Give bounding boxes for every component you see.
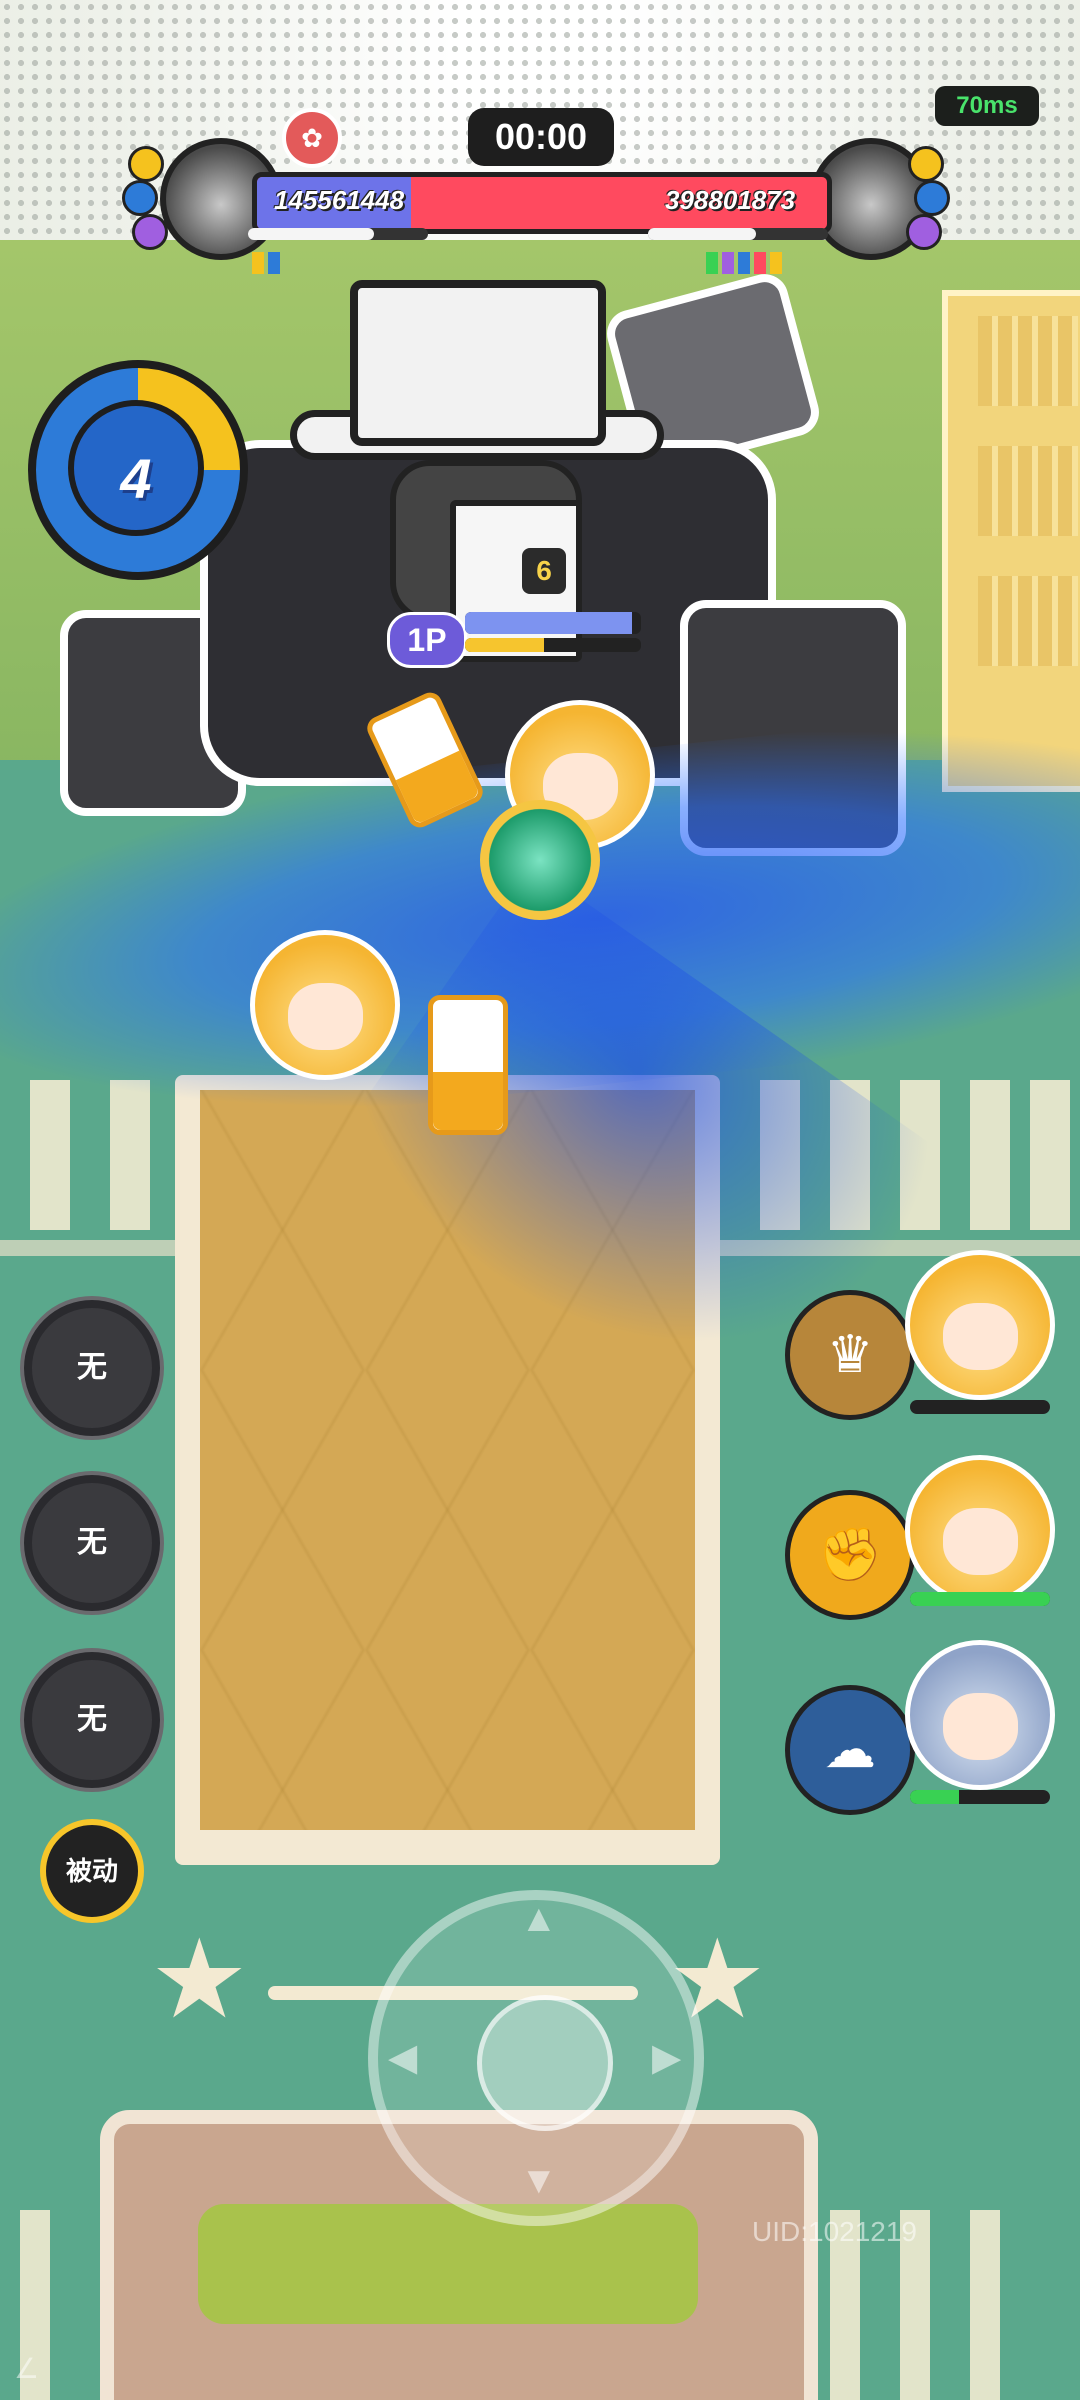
teammate-portrait-1[interactable] xyxy=(905,1250,1055,1400)
lawn-patch xyxy=(198,2204,698,2324)
petal-icon xyxy=(122,180,158,216)
player-hp-fill xyxy=(465,612,633,634)
left-sub-fill xyxy=(248,228,374,240)
star-decoration: ★ xyxy=(150,1918,249,2041)
petal-icon xyxy=(906,214,942,250)
joystick-knob[interactable] xyxy=(477,1995,613,2131)
cloud-swirl-icon[interactable]: ☁ xyxy=(785,1685,915,1815)
petal-icon xyxy=(914,180,950,216)
energy-ring: 4 xyxy=(28,360,248,580)
user-id: UID:1021219 xyxy=(752,2216,918,2247)
left-team-score: 145561448 xyxy=(274,185,405,215)
character-face xyxy=(942,1302,1018,1370)
energy-count: 4 xyxy=(120,447,152,510)
player-hp-bar xyxy=(465,612,641,634)
arrow-left-icon: ◀ xyxy=(388,2037,418,2079)
teammate-portrait-3[interactable] xyxy=(905,1640,1055,1790)
character-face xyxy=(287,982,363,1050)
skill-button-1[interactable]: 无 xyxy=(20,1296,164,1440)
team-flower-icon: ✿ xyxy=(282,108,342,168)
arrow-up-icon: ▲ xyxy=(520,1898,558,1940)
chip xyxy=(706,252,718,274)
crosswalk-stripe xyxy=(1030,1080,1070,1230)
building-window xyxy=(978,446,1078,536)
chip xyxy=(738,252,750,274)
corner-watermark-icon: ∠ xyxy=(14,2353,40,2384)
crown-flame-icon[interactable]: ♛ xyxy=(785,1290,915,1420)
building-window xyxy=(978,576,1078,666)
teammate-hp-bar-3 xyxy=(910,1790,1050,1804)
passive-button[interactable]: 被动 xyxy=(40,1819,144,1923)
chip xyxy=(722,252,734,274)
crosswalk-stripe xyxy=(970,2210,1000,2400)
crosswalk-stripe xyxy=(970,1080,1010,1230)
ping-indicator: 70ms xyxy=(935,86,1039,126)
level-badge: 6 xyxy=(522,548,566,594)
top-hud: ✿ 00:00 70ms 145561448 398801873 xyxy=(0,0,1080,290)
petal-icon xyxy=(128,146,164,182)
skill-button-3[interactable]: 无 xyxy=(20,1648,164,1792)
left-sub-bar xyxy=(248,228,428,240)
teammate-hp-bar-2 xyxy=(910,1592,1050,1606)
teammate-hp-fill xyxy=(910,1592,1050,1606)
player-tag: 1P xyxy=(387,612,467,668)
boss-hat xyxy=(350,280,606,446)
petal-icon xyxy=(132,214,168,250)
arrow-right-icon: ▶ xyxy=(652,2037,682,2079)
chip xyxy=(268,252,280,274)
match-timer: 00:00 xyxy=(468,108,614,166)
energy-core: 4 xyxy=(68,400,204,536)
skill-button-2[interactable]: 无 xyxy=(20,1471,164,1615)
teammate-portrait-2[interactable] xyxy=(905,1455,1055,1605)
arrow-down-icon: ▼ xyxy=(520,2160,558,2202)
teammate-hp-fill xyxy=(910,1790,959,1804)
right-sub-fill xyxy=(648,228,756,240)
player-character xyxy=(250,930,400,1080)
character-face xyxy=(942,1507,1018,1575)
fist-icon[interactable]: ✊ xyxy=(785,1490,915,1620)
player-energy-bar xyxy=(465,638,641,652)
building-window xyxy=(978,316,1078,406)
chip xyxy=(252,252,264,274)
chip xyxy=(754,252,766,274)
petal-icon xyxy=(908,146,944,182)
teammate-hp-bar-1 xyxy=(910,1400,1050,1414)
right-sub-bar xyxy=(648,228,828,240)
character-face xyxy=(942,1692,1018,1760)
right-chip-indicators xyxy=(706,252,782,274)
player-energy-fill xyxy=(465,638,545,652)
left-chip-indicators xyxy=(252,252,280,274)
heart-shield-icon xyxy=(480,800,600,920)
hammer-weapon xyxy=(428,995,508,1135)
player-status-bars xyxy=(465,612,641,652)
right-team-score: 398801873 xyxy=(665,185,796,215)
chip xyxy=(770,252,782,274)
